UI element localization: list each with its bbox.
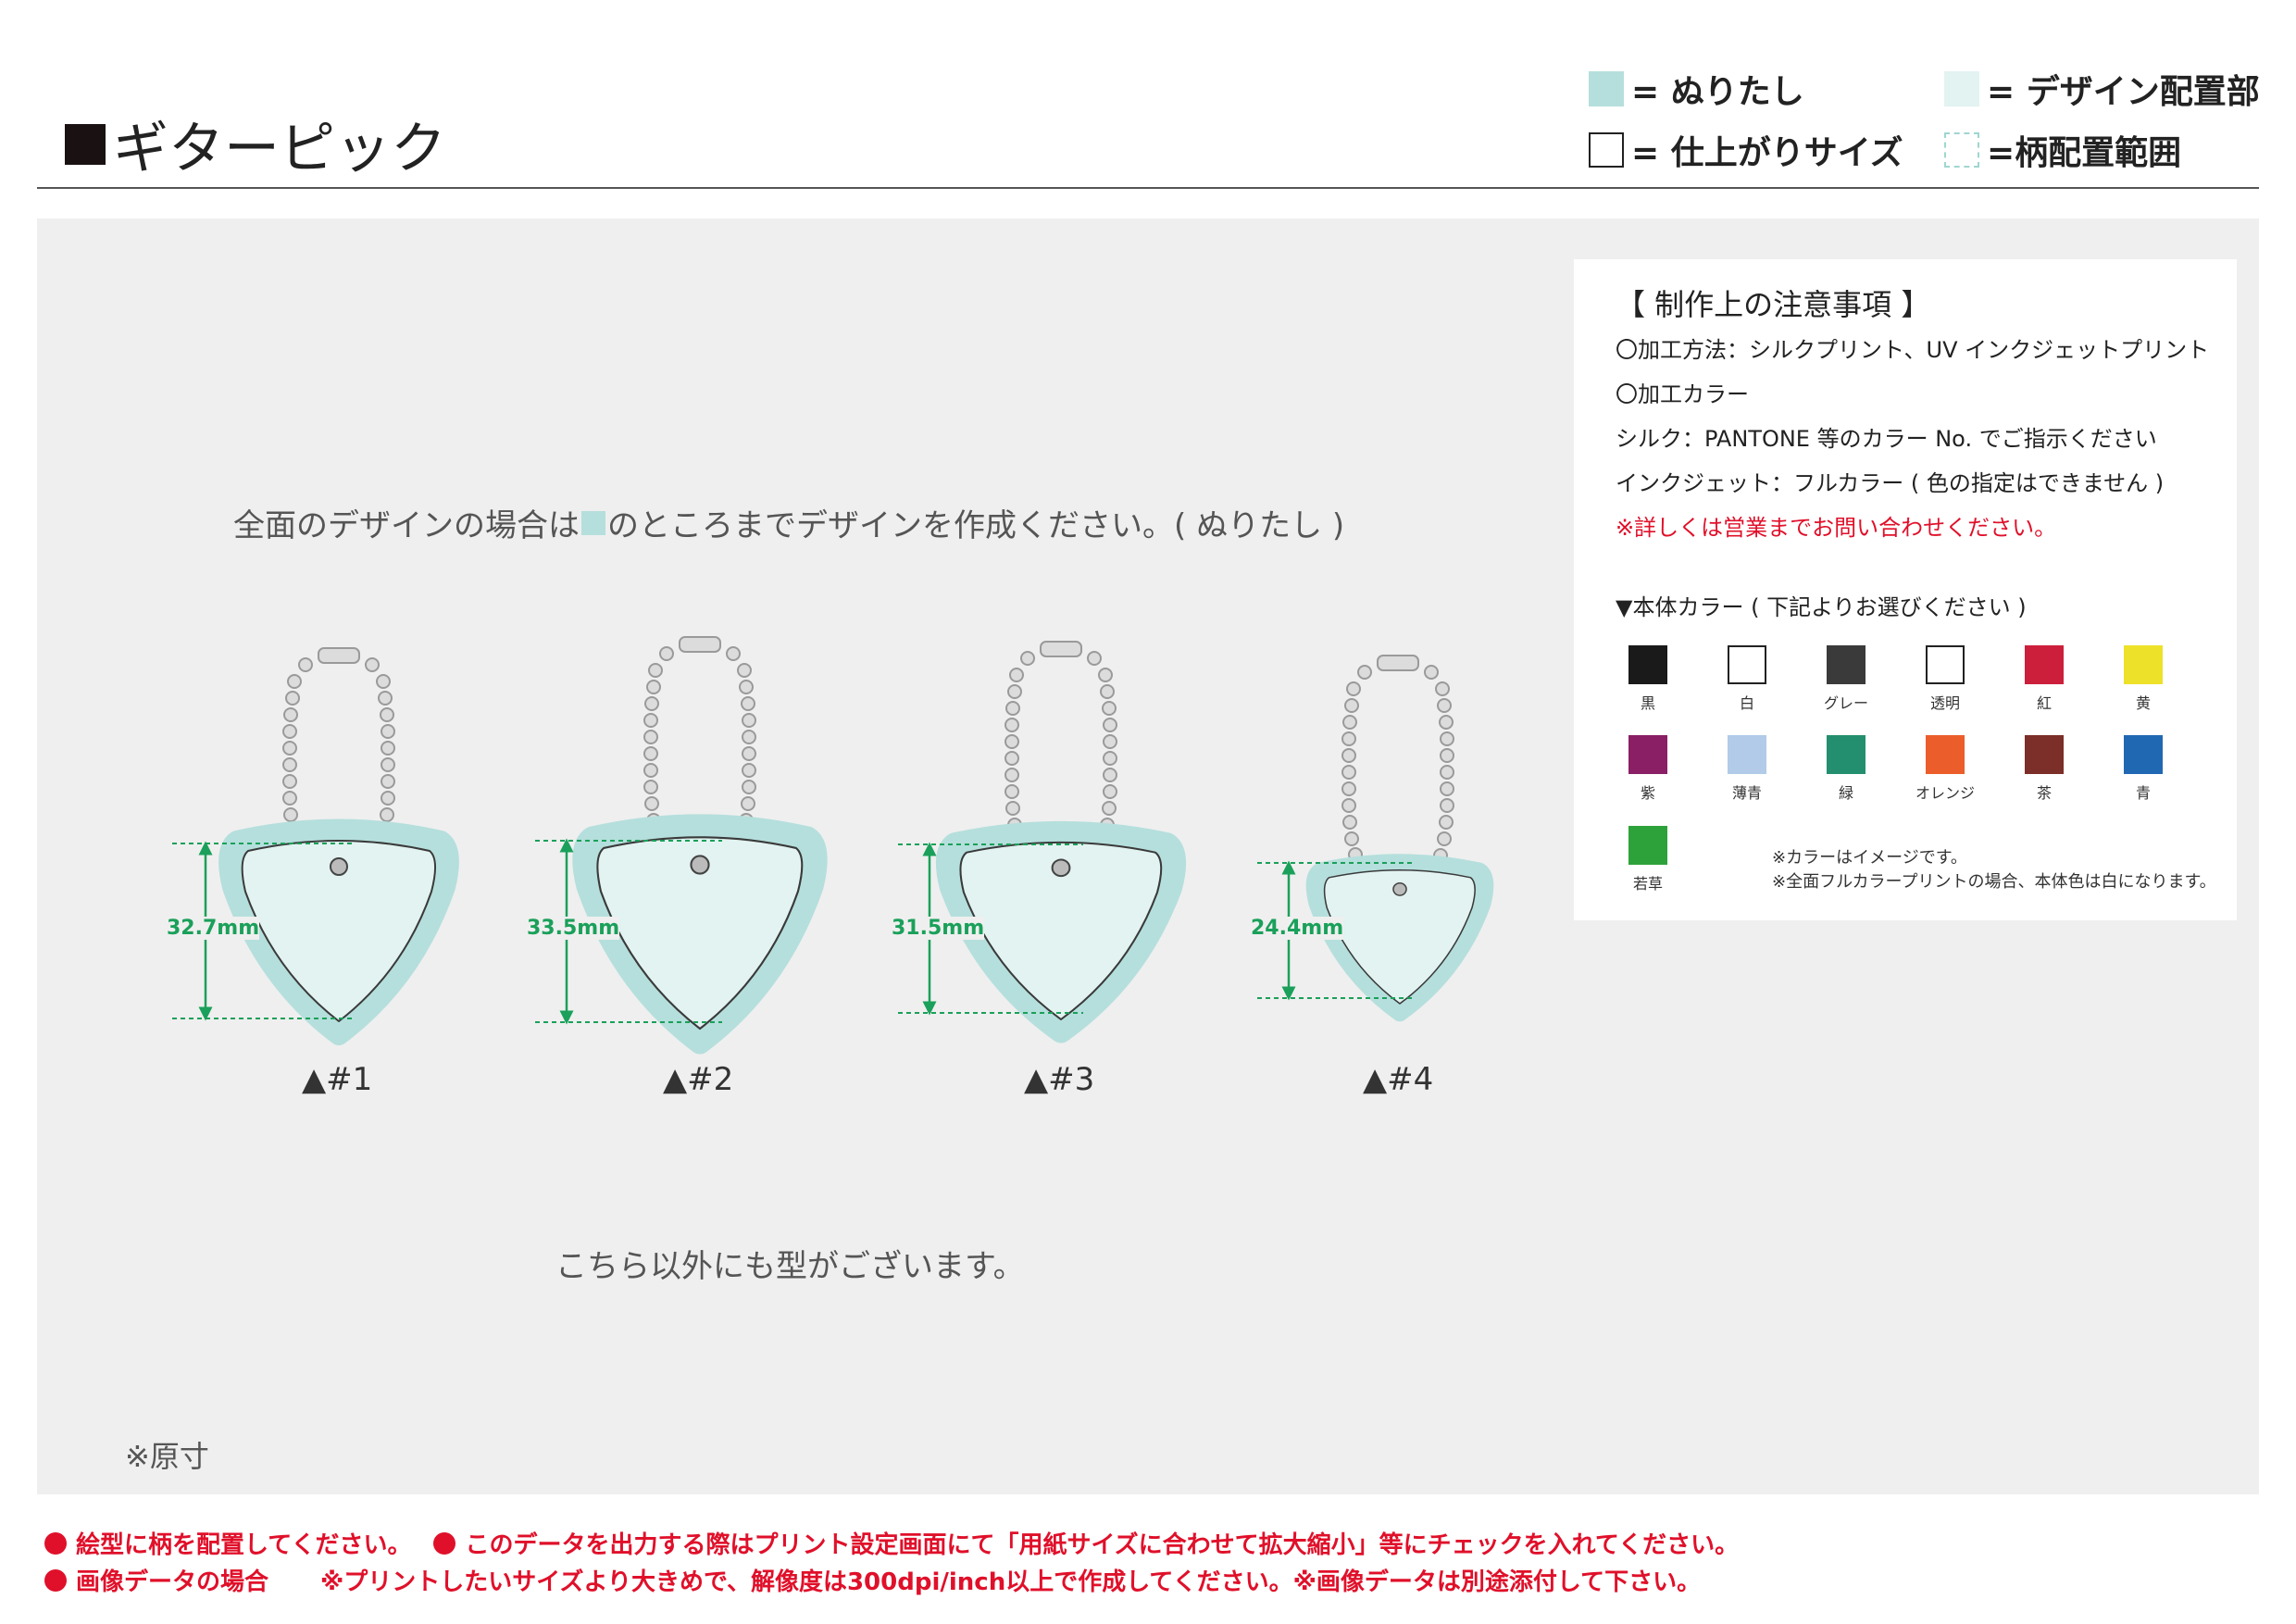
color-swatch-yellow-green <box>1628 826 1667 865</box>
dimension-label-4: 24.4mm <box>1251 917 1344 940</box>
notice-inkjet: インクジェット：フルカラー ( 色の指定はできません ) <box>1616 470 2165 496</box>
notice-silk: シルク：PANTONE 等のカラー No. でご指示ください <box>1616 426 2157 452</box>
color-label-yellow-green: 若草 <box>1632 875 1663 893</box>
color-label-gray: グレー <box>1823 694 1868 712</box>
color-label-purple: 紫 <box>1640 784 1655 802</box>
color-swatch-clear <box>1926 645 1965 684</box>
notice-method: 〇加工方法：シルクプリント、UV インクジェットプリント <box>1616 337 2210 363</box>
footer-note-print: このデータを出力する際はプリント設定画面にて「用紙サイズに合わせて拡大縮小」等に… <box>465 1531 1740 1559</box>
other-shapes-note: こちら以外にも型がございます。 <box>555 1248 1025 1285</box>
footer-line-1: 絵型に柄を配置してください。 このデータを出力する際はプリント設定画面にて「用紙… <box>44 1526 1739 1560</box>
color-swatch-light-blue <box>1728 735 1766 774</box>
dimension-label-1: 32.7mm <box>167 917 260 940</box>
shape-label-2: ▲#2 <box>663 1061 734 1098</box>
color-swatch-green <box>1827 735 1866 774</box>
color-label-light-blue: 薄青 <box>1731 784 1762 802</box>
bullet-icon <box>433 1531 456 1555</box>
color-swatch-white <box>1728 645 1766 684</box>
color-label-green: 緑 <box>1838 784 1853 802</box>
footer-note-image-detail: ※プリントしたいサイズより大きめで、解像度は300dpi/inch以上で作成して… <box>320 1568 1702 1596</box>
shape-label-3: ▲#3 <box>1024 1061 1095 1098</box>
notice-color-heading: 〇加工カラー <box>1616 381 1749 407</box>
color-label-brown: 茶 <box>2036 784 2052 802</box>
pick-shape-2 <box>535 636 817 1043</box>
color-swatch-gray <box>1827 645 1866 684</box>
notice-title: 【 制作上の注意事項 】 <box>1616 287 1931 322</box>
fullcolor-note: ※全面フルカラープリントの場合、本体色は白になります。 <box>1772 872 2216 892</box>
color-label-white: 白 <box>1739 694 1754 712</box>
pick-shape-4 <box>1257 655 1486 1014</box>
shape-label-4: ▲#4 <box>1363 1061 1434 1098</box>
color-label-blue: 青 <box>2135 784 2151 802</box>
actual-size-note: ※原寸 <box>125 1439 209 1474</box>
color-swatch-orange <box>1926 735 1965 774</box>
color-swatch-black <box>1628 645 1667 684</box>
color-swatch-brown <box>2025 735 2064 774</box>
footer-note-pattern: 絵型に柄を配置してください。 <box>76 1531 412 1559</box>
dimension-label-3: 31.5mm <box>892 917 985 940</box>
color-label-orange: オレンジ <box>1915 784 1975 802</box>
footer-note-image-heading: 画像データの場合 <box>76 1568 269 1596</box>
color-swatch-yellow <box>2124 645 2163 684</box>
color-swatch-purple <box>1628 735 1667 774</box>
notice-contact: ※詳しくは営業までお問い合わせください。 <box>1616 515 2057 541</box>
bullet-icon <box>44 1568 67 1592</box>
shape-label-1: ▲#1 <box>302 1061 373 1098</box>
color-swatch-red <box>2025 645 2064 684</box>
footer-line-2: 画像データの場合 ※プリントしたいサイズより大きめで、解像度は300dpi/in… <box>44 1563 1701 1597</box>
bullet-icon <box>44 1531 67 1555</box>
dimension-label-2: 33.5mm <box>527 917 620 940</box>
pick-shape-3 <box>898 641 1176 1033</box>
color-label-yellow: 黄 <box>2135 694 2151 712</box>
color-label-clear: 透明 <box>1929 694 1960 712</box>
color-label-black: 黒 <box>1640 694 1655 712</box>
color-image-note: ※カラーはイメージです。 <box>1772 848 1967 868</box>
body-color-heading: ▼本体カラー ( 下記よりお選びください ) <box>1616 594 2027 620</box>
color-label-red: 紅 <box>2036 694 2052 712</box>
pick-shape-1 <box>172 647 449 1035</box>
color-swatch-blue <box>2124 735 2163 774</box>
